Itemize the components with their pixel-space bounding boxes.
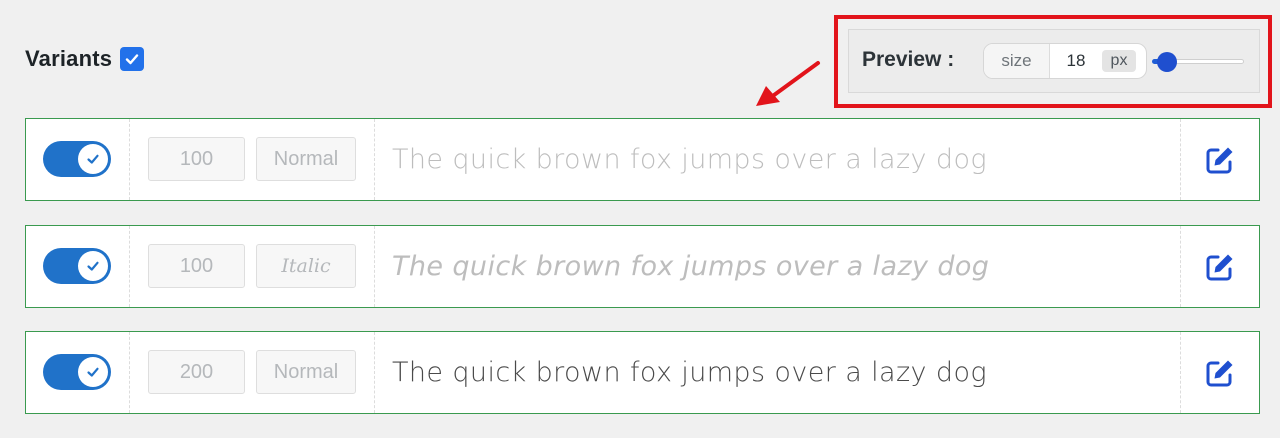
variants-header: Variants <box>25 46 145 72</box>
variant-row: 200 Normal The quick brown fox jumps ove… <box>25 331 1260 414</box>
size-slider-thumb[interactable] <box>1156 52 1177 72</box>
variant-row: 100 Normal The quick brown fox jumps ove… <box>25 118 1260 201</box>
edit-button[interactable] <box>1203 356 1237 390</box>
variant-row: 100 Italic The quick brown fox jumps ove… <box>25 225 1260 308</box>
variant-style: Italic <box>256 244 356 288</box>
variants-title: Variants <box>25 46 113 71</box>
variant-weight: 100 <box>148 137 245 181</box>
variant-sample-text: The quick brown fox jumps over a lazy do… <box>392 144 987 175</box>
font-variants-page: Variants Preview : size 18 px 100 Normal <box>0 0 1280 438</box>
variant-toggle[interactable] <box>43 141 111 177</box>
arrow-icon <box>756 61 820 106</box>
edit-button[interactable] <box>1203 250 1237 284</box>
variant-style: Normal <box>256 350 356 394</box>
check-circle-icon <box>78 357 108 387</box>
preview-label: Preview : <box>862 48 955 71</box>
variant-sample-text: The quick brown fox jumps over a lazy do… <box>392 357 987 388</box>
variant-weight: 100 <box>148 244 245 288</box>
edit-button[interactable] <box>1203 143 1237 177</box>
variant-toggle[interactable] <box>43 354 111 390</box>
edit-icon <box>1206 147 1233 174</box>
variant-sample-text: The quick brown fox jumps over a lazy do… <box>392 251 990 282</box>
check-circle-icon <box>78 144 108 174</box>
edit-icon <box>1206 360 1233 387</box>
preview-size-group: size 18 px <box>983 43 1147 79</box>
check-circle-icon <box>78 251 108 281</box>
variant-style: Normal <box>256 137 356 181</box>
variants-checkbox[interactable] <box>120 47 145 71</box>
size-input[interactable]: 18 <box>1050 44 1102 78</box>
size-label: size <box>984 44 1050 78</box>
edit-icon <box>1206 254 1233 281</box>
variant-weight: 200 <box>148 350 245 394</box>
variant-toggle[interactable] <box>43 248 111 284</box>
check-icon <box>126 54 139 65</box>
size-unit: px <box>1102 50 1136 72</box>
